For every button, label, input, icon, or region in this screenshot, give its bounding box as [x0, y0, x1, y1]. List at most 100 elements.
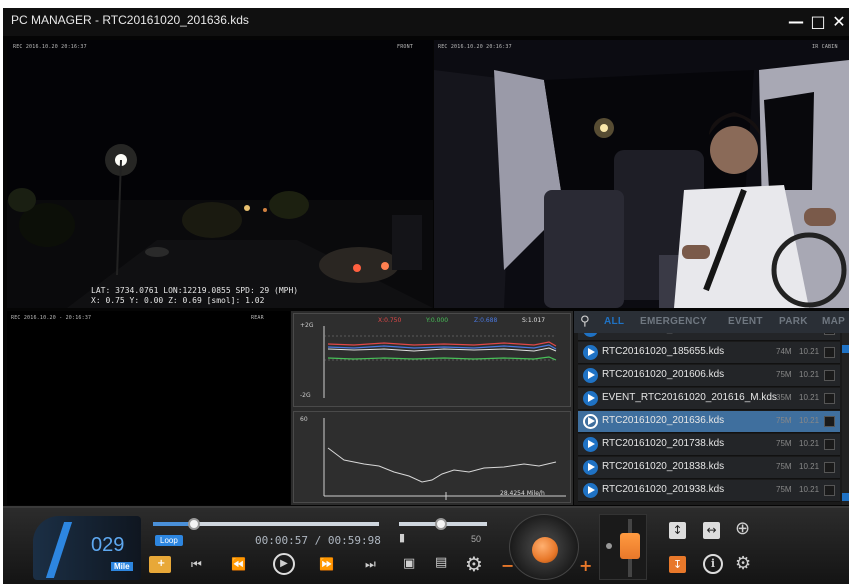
file-row[interactable]: RTC20161020_201738.kds 75M 10.21	[578, 434, 840, 456]
file-checkbox[interactable]	[824, 416, 835, 427]
play-file-icon[interactable]	[583, 345, 598, 360]
scroll-up-marker[interactable]	[842, 345, 849, 353]
play-file-icon[interactable]	[583, 333, 598, 337]
volume-value: 50	[471, 534, 482, 544]
tab-map[interactable]: MAP	[822, 316, 845, 327]
speedometer-needle	[45, 522, 73, 578]
front-camera-view[interactable]: REC 2016.10.20 20:16:37 FRONT LAT: 3734.…	[7, 40, 433, 308]
gsensor-z-trace	[327, 344, 557, 350]
skip-end-icon[interactable]: ⏭	[365, 557, 376, 572]
gsensor-y-trace	[327, 356, 557, 361]
gsensor-readout: X: 0.75 Y: 0.00 Z: 0.69 [smol]: 1.02	[91, 296, 265, 305]
file-row[interactable]: RTC20161020_201606.kds 75M 10.21	[578, 365, 840, 387]
speed-graph: 60 28.4254 Mile/h	[293, 411, 571, 503]
zoom-dial-knob[interactable]	[532, 537, 558, 563]
fast-forward-icon[interactable]: ⏩	[319, 557, 334, 571]
file-name: RTC20161020_201636.kds	[602, 415, 725, 426]
file-checkbox[interactable]	[824, 347, 835, 358]
file-checkbox[interactable]	[824, 393, 835, 404]
print-icon[interactable]: ▤	[435, 555, 447, 570]
zoom-in-icon[interactable]: +	[579, 556, 592, 575]
tab-emergency[interactable]: EMERGENCY	[640, 316, 707, 327]
file-list-scrollbar[interactable]	[842, 333, 849, 505]
download-icon[interactable]: ↧	[669, 556, 686, 573]
file-size: 75M	[776, 416, 792, 425]
rear-camera-view[interactable]: REC 2016.10.20 - 20:16:37 REAR	[7, 311, 290, 505]
file-size: 75M	[776, 370, 792, 379]
front-osd-label: FRONT	[397, 44, 414, 50]
horizontal-resize-icon[interactable]: ↔	[703, 522, 720, 539]
tab-park[interactable]: PARK	[779, 316, 808, 327]
search-icon[interactable]: ⚲	[580, 314, 590, 329]
speedometer-unit: Mile	[111, 562, 133, 571]
rear-osd-timestamp: REC 2016.10.20 - 20:16:37	[11, 315, 92, 321]
file-name: RTC20161020_201838.kds	[602, 461, 725, 472]
file-date: 10.21	[799, 416, 820, 425]
minimize-icon[interactable]: —	[785, 11, 807, 33]
play-file-icon[interactable]	[583, 483, 598, 498]
interior-cabin-scene	[434, 40, 849, 308]
file-checkbox[interactable]	[824, 462, 835, 473]
play-file-icon[interactable]	[583, 391, 598, 406]
info-icon[interactable]: i	[703, 554, 723, 574]
file-checkbox[interactable]	[824, 485, 835, 496]
brightness-slider[interactable]	[599, 514, 647, 580]
playback-control-bar: 029 Mile Loop 00:00:57 / 00:59:98 + ⏮ ⏪ …	[3, 506, 849, 584]
tab-event[interactable]: EVENT	[728, 316, 763, 327]
snapshot-icon[interactable]: ▣	[403, 556, 415, 571]
file-name: RTC20161020_185655.kds	[602, 346, 725, 357]
volume-icon[interactable]: ▮	[399, 531, 405, 544]
gps-readout: LAT: 3734.0761 LON:12219.0855 SPD: 29 (M…	[91, 286, 299, 295]
play-file-icon[interactable]	[583, 460, 598, 475]
file-size: 35M	[776, 393, 792, 402]
interior-osd-label: IR CABIN	[812, 44, 838, 50]
file-name: EVENT_RTC20161020_201616_M.kds	[602, 392, 777, 403]
time-display: 00:00:57 / 00:59:98	[255, 534, 381, 547]
file-name: RTC20161020_181623.kds	[602, 333, 724, 334]
close-icon[interactable]: ✕	[828, 11, 849, 33]
scroll-down-marker[interactable]	[842, 493, 849, 501]
title-bar: PC MANAGER - RTC20161020_201636.kds — □ …	[3, 8, 849, 36]
file-date: 10.21	[799, 393, 820, 402]
progress-bar[interactable]	[153, 518, 379, 530]
loop-badge[interactable]: Loop	[155, 535, 183, 546]
gsensor-traces	[323, 326, 557, 398]
skip-start-icon[interactable]: ⏮	[191, 557, 202, 572]
file-row[interactable]: RTC20161020_201838.kds 75M 10.21	[578, 457, 840, 479]
volume-handle[interactable]	[435, 518, 448, 530]
play-pause-icon[interactable]: ▶	[273, 553, 295, 575]
file-checkbox[interactable]	[824, 370, 835, 381]
interior-camera-view[interactable]: REC 2016.10.20 20:16:37 IR CABIN	[434, 40, 849, 308]
settings-gear-icon[interactable]: ⚙	[465, 552, 483, 576]
speed-trace	[327, 447, 557, 483]
maximize-icon[interactable]: □	[807, 11, 829, 33]
progress-handle[interactable]	[187, 518, 200, 530]
file-row[interactable]: RTC20161020_185655.kds 74M 10.21	[578, 342, 840, 364]
play-file-icon[interactable]	[583, 437, 598, 452]
file-date: 10.21	[799, 347, 820, 356]
zoom-dial[interactable]	[509, 514, 579, 580]
file-name: RTC20161020_201738.kds	[602, 438, 725, 449]
file-row-selected[interactable]: RTC20161020_201636.kds 75M 10.21	[578, 411, 840, 433]
file-size: 75M	[776, 439, 792, 448]
play-file-icon[interactable]	[583, 414, 598, 429]
magnify-icon[interactable]: ⊕	[735, 518, 750, 539]
settings-icon[interactable]: ⚙	[735, 553, 751, 574]
sensor-graph-panel: X:0.750 Y:0.000 Z:0.688 S:1.017 +2G -2G …	[291, 311, 573, 505]
file-date: 10.21	[799, 485, 820, 494]
file-name: RTC20161020_201606.kds	[602, 369, 725, 380]
vertical-resize-icon[interactable]: ↕	[669, 522, 686, 539]
file-row[interactable]: EVENT_RTC20161020_201616_M.kds 35M 10.21	[578, 388, 840, 410]
volume-slider[interactable]	[399, 518, 487, 530]
file-row[interactable]: RTC20161020_201938.kds 75M 10.21	[578, 480, 840, 502]
open-folder-icon[interactable]: +	[149, 556, 171, 573]
file-size: 75M	[776, 485, 792, 494]
file-checkbox[interactable]	[824, 333, 835, 335]
file-row[interactable]: RTC20161020_181623.kds74M10.21	[578, 333, 840, 341]
brightness-handle[interactable]	[620, 533, 640, 559]
gsensor-x-trace	[327, 341, 557, 347]
play-file-icon[interactable]	[583, 368, 598, 383]
file-checkbox[interactable]	[824, 439, 835, 450]
tab-all[interactable]: ALL	[604, 316, 624, 327]
rewind-icon[interactable]: ⏪	[231, 557, 246, 571]
